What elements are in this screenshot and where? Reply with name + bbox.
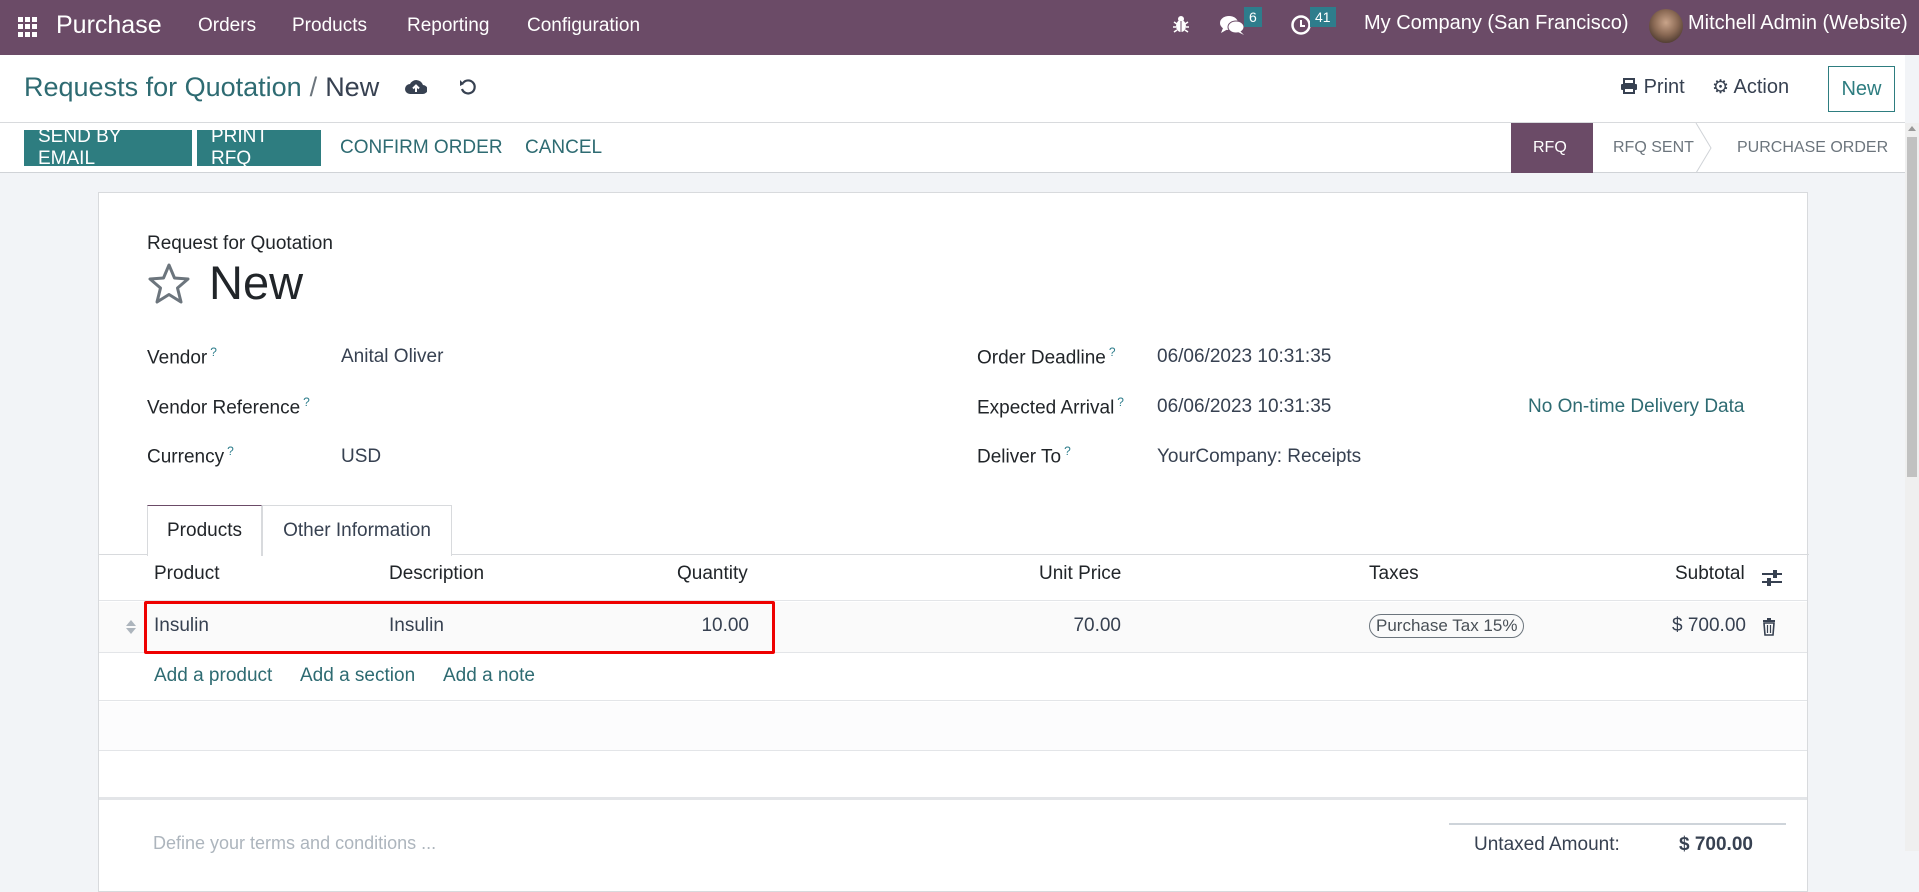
currency-label: Currency?	[147, 444, 234, 468]
untaxed-amount-label: Untaxed Amount:	[1474, 834, 1620, 855]
line-unit-price[interactable]: 70.00	[1061, 615, 1121, 637]
help-tooltip-icon[interactable]: ?	[227, 444, 234, 458]
add-product-link[interactable]: Add a product	[154, 665, 272, 687]
stage-rfq[interactable]: RFQ	[1511, 123, 1593, 173]
breadcrumb-parent[interactable]: Requests for Quotation	[24, 72, 302, 102]
app-name[interactable]: Purchase	[56, 11, 162, 40]
discard-undo-icon[interactable]	[459, 78, 477, 96]
send-by-email-button[interactable]: SEND BY EMAIL	[24, 126, 192, 169]
form-subtitle: Request for Quotation	[147, 233, 333, 254]
on-time-delivery-link[interactable]: No On-time Delivery Data	[1528, 396, 1744, 418]
form-sheet: Request for Quotation New Vendor? Anital…	[98, 192, 1809, 892]
apps-menu-icon[interactable]	[18, 17, 38, 37]
cancel-button[interactable]: CANCEL	[511, 130, 616, 166]
confirm-order-button[interactable]: CONFIRM ORDER	[326, 130, 517, 166]
vendor-reference-field[interactable]	[341, 396, 781, 420]
new-record-button[interactable]: New	[1828, 66, 1895, 112]
user-avatar[interactable]	[1649, 9, 1683, 43]
vendor-field[interactable]: Anital Oliver	[341, 346, 443, 368]
control-panel: Requests for Quotation / New Print ⚙ Actio…	[0, 55, 1905, 123]
drag-handle-icon[interactable]	[125, 619, 137, 635]
action-label: Action	[1733, 76, 1790, 98]
priority-star-icon[interactable]	[146, 261, 192, 307]
help-tooltip-icon[interactable]: ?	[1109, 345, 1116, 359]
messages-icon[interactable]	[1219, 13, 1247, 37]
menu-reporting[interactable]: Reporting	[407, 15, 489, 37]
highlight-annotation-box	[144, 601, 775, 654]
help-tooltip-icon[interactable]: ?	[210, 345, 217, 359]
stage-purchase-order[interactable]: PURCHASE ORDER	[1737, 123, 1888, 173]
expected-arrival-label: Expected Arrival?	[977, 395, 1124, 419]
empty-row	[99, 751, 1807, 800]
action-menu[interactable]: ⚙ Action	[1712, 76, 1789, 99]
order-deadline-label: Order Deadline?	[977, 345, 1116, 369]
menu-products[interactable]: Products	[292, 15, 367, 37]
tab-other-information[interactable]: Other Information	[262, 505, 452, 556]
add-line-row: Add a product Add a section Add a note	[99, 653, 1807, 701]
help-tooltip-icon[interactable]: ?	[1117, 395, 1124, 409]
breadcrumb-separator: /	[309, 72, 318, 102]
help-tooltip-icon[interactable]: ?	[1064, 444, 1071, 458]
menu-configuration[interactable]: Configuration	[527, 15, 640, 37]
tab-products[interactable]: Products	[147, 505, 262, 556]
tax-tag[interactable]: Purchase Tax 15%	[1369, 614, 1525, 638]
activities-count-badge: 41	[1310, 7, 1336, 27]
order-deadline-field[interactable]: 06/06/2023 10:31:35	[1157, 346, 1331, 368]
breadcrumb-current: New	[325, 72, 380, 102]
gear-icon: ⚙	[1712, 77, 1730, 98]
debug-bug-icon[interactable]	[1172, 14, 1190, 34]
printer-icon	[1621, 78, 1637, 94]
record-name[interactable]: New	[209, 255, 303, 310]
add-section-link[interactable]: Add a section	[300, 665, 415, 687]
delete-trash-icon[interactable]	[1762, 618, 1776, 636]
menu-orders[interactable]: Orders	[198, 15, 256, 37]
totals-divider	[1449, 823, 1786, 825]
print-rfq-button[interactable]: PRINT RFQ	[197, 126, 321, 169]
deliver-to-label: Deliver To?	[977, 444, 1071, 468]
currency-field[interactable]: USD	[341, 446, 381, 468]
scrollbar-thumb[interactable]	[1907, 137, 1917, 477]
vendor-reference-label: Vendor Reference?	[147, 395, 310, 419]
line-subtotal: $ 700.00	[1672, 615, 1746, 636]
user-menu[interactable]: Mitchell Admin (Website)	[1688, 12, 1908, 35]
top-navbar: Purchase Orders Products Reporting Confi…	[0, 0, 1919, 55]
add-note-link[interactable]: Add a note	[443, 665, 535, 687]
stage-rfq-sent[interactable]: RFQ SENT	[1613, 123, 1694, 173]
untaxed-amount-value: $ 700.00	[1679, 834, 1753, 855]
notebook-tabs: Products Other Information	[99, 505, 1809, 556]
deliver-to-field[interactable]: YourCompany: Receipts	[1157, 446, 1361, 468]
messages-count-badge: 6	[1244, 7, 1262, 27]
empty-row	[99, 702, 1807, 751]
help-tooltip-icon[interactable]: ?	[303, 395, 310, 409]
print-menu[interactable]: Print	[1620, 76, 1685, 99]
company-switcher[interactable]: My Company (San Francisco)	[1364, 12, 1629, 35]
table-header-row	[99, 553, 1807, 601]
breadcrumb: Requests for Quotation / New	[24, 72, 379, 103]
save-cloud-upload-icon[interactable]	[405, 78, 427, 96]
print-label: Print	[1643, 76, 1685, 98]
scroll-up-arrow-icon[interactable]	[1908, 126, 1916, 131]
vendor-label: Vendor?	[147, 345, 217, 369]
page-scrollbar[interactable]	[1905, 123, 1919, 851]
expected-arrival-field[interactable]: 06/06/2023 10:31:35	[1157, 396, 1331, 418]
activities-clock-icon[interactable]	[1290, 14, 1312, 36]
status-bar: SEND BY EMAIL PRINT RFQ CONFIRM ORDER CA…	[0, 123, 1905, 173]
